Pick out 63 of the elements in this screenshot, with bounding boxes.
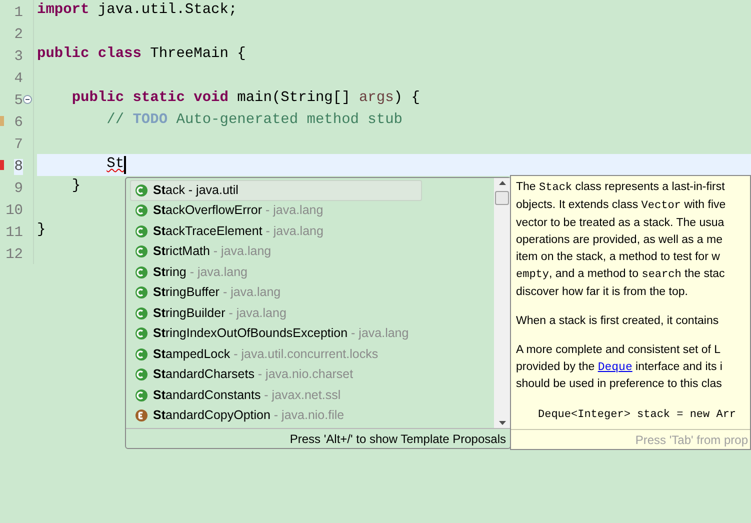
documentation-text: objects. It extends class Vector with five (516, 198, 727, 214)
documentation-text: provided by the Deque interface and its i (516, 360, 724, 376)
line-number: 2 (14, 27, 23, 43)
class-icon (135, 286, 148, 300)
code-sample: Deque<Integer> stack = new Arr (537, 408, 738, 423)
proposal-item[interactable]: StringBuffer - java.lang (130, 282, 422, 303)
class-icon (135, 327, 148, 340)
line-number: 5 (14, 93, 23, 109)
scrollbar[interactable] (494, 178, 510, 428)
class-icon (135, 388, 148, 402)
proposal-item[interactable]: StandardCopyOption - java.nio.file (130, 406, 422, 426)
scroll-thumb[interactable] (495, 191, 509, 205)
line-number: 7 (14, 137, 23, 153)
documentation-text: discover how far it is from the top. (516, 285, 689, 300)
deque-link[interactable]: Deque (598, 361, 632, 374)
scroll-up-icon[interactable] (498, 181, 506, 185)
popup-hint: Press 'Alt+/' to show Template Proposals (290, 430, 506, 448)
documentation-text: should be used in preference to this clas (516, 377, 723, 392)
proposal-item[interactable]: StringIndexOutOfBoundsException - java.lang (130, 324, 422, 344)
proposal-item[interactable]: StandardCharsets - java.nio.charset (130, 364, 422, 385)
enum-icon (135, 409, 148, 422)
proposal-item[interactable]: StackTraceElement - java.lang (130, 221, 422, 242)
documentation-text: A more complete and consistent set of L (516, 343, 722, 358)
proposal-item[interactable]: Stack - java.util (130, 180, 422, 200)
class-icon (135, 184, 148, 197)
line-number: 10 (6, 203, 23, 219)
class-icon (135, 245, 148, 258)
line-number: 11 (6, 225, 23, 241)
documentation-text: operations are provided, as well as a me (516, 233, 724, 248)
code-line: import java.util.Stack; (37, 1, 238, 20)
collapse-icon[interactable] (23, 95, 32, 104)
class-icon (135, 348, 148, 361)
proposal-item[interactable]: StampedLock - java.util.concurrent.locks (130, 344, 422, 364)
documentation-text: When a stack is first created, it contains (516, 314, 720, 329)
code-line: public static void main(String[] args) { (70, 89, 420, 108)
line-number: 4 (14, 71, 23, 87)
class-icon (135, 306, 148, 320)
class-icon (135, 204, 148, 218)
class-icon (135, 266, 148, 279)
proposal-item[interactable]: String - java.lang (130, 262, 422, 282)
code-line: // TODO Auto-generated method stub (106, 111, 402, 130)
line-number: 9 (14, 181, 23, 197)
scroll-down-icon[interactable] (498, 421, 506, 425)
class-icon (135, 224, 148, 238)
popup-hint: Press 'Tab' from prop (635, 432, 748, 448)
line-number: 12 (6, 247, 23, 263)
proposal-item[interactable]: StrictMath - java.lang (130, 242, 422, 262)
code-line: } (37, 221, 46, 240)
documentation-text: The Stack class represents a last-in-first (516, 180, 726, 196)
documentation-text: vector to be treated as a stack. The usua (516, 216, 726, 231)
code-line: } (70, 177, 81, 196)
line-number: 8 (14, 159, 23, 175)
documentation-text: empty, and a method to search the stac (516, 267, 726, 283)
line-number: 1 (14, 5, 23, 21)
code-line: public class ThreeMain { (37, 45, 246, 64)
documentation-text: item on the stack, a method to test for w (516, 250, 721, 265)
code-line: St (106, 155, 126, 176)
line-number: 3 (14, 49, 23, 65)
proposal-item[interactable]: StackOverflowError - java.lang (130, 200, 422, 221)
class-icon (135, 368, 148, 382)
proposal-item[interactable]: StringBuilder - java.lang (130, 303, 422, 324)
line-number: 6 (14, 115, 23, 131)
proposal-item[interactable]: StandardConstants - javax.net.ssl (130, 385, 422, 406)
